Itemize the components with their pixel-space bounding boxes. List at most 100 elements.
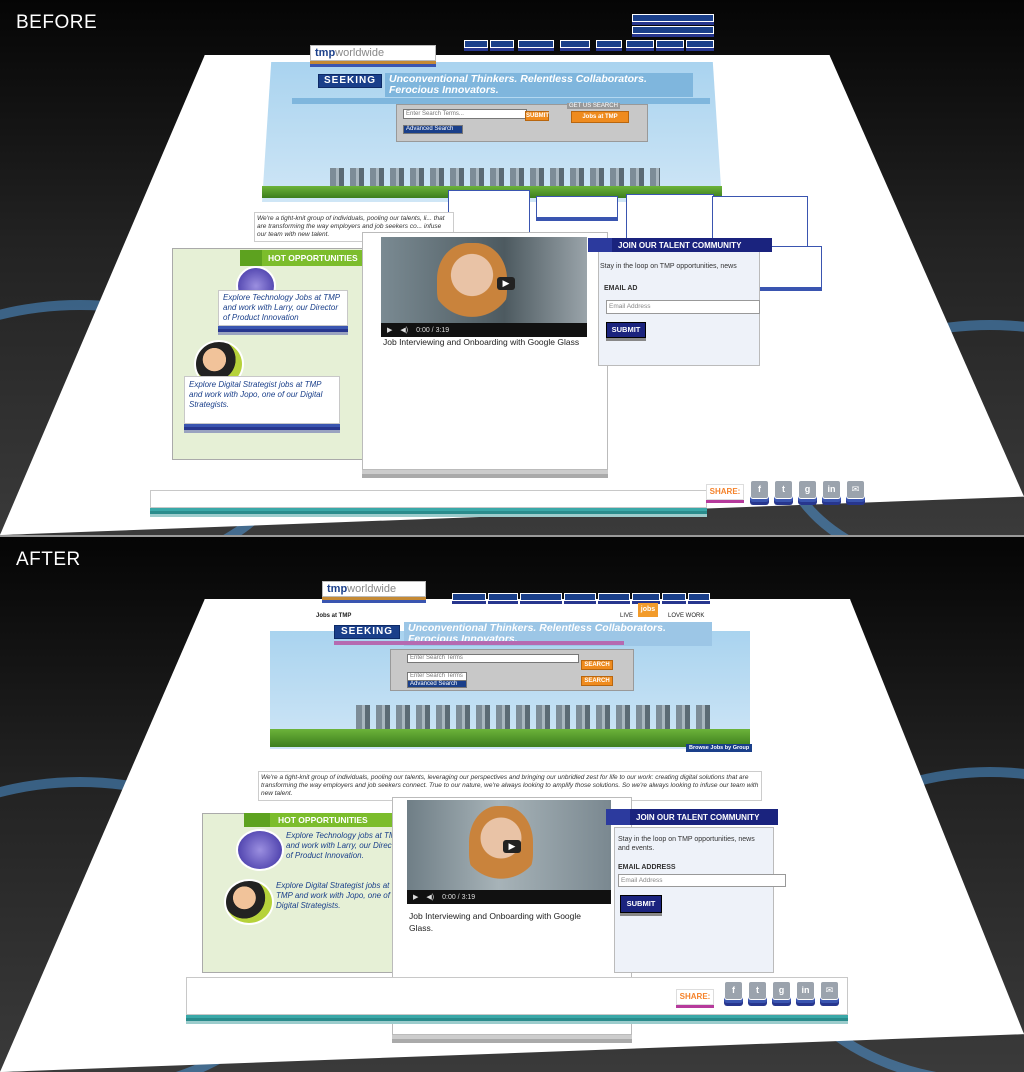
volume-icon[interactable]: ◀) bbox=[400, 326, 408, 334]
google-plus-icon[interactable]: g bbox=[772, 981, 791, 1000]
play-icon[interactable]: ▶ bbox=[497, 277, 515, 290]
play-control-icon[interactable]: ▶ bbox=[387, 326, 392, 334]
video-thumbnail-person bbox=[469, 806, 533, 886]
hot-item-2[interactable]: Explore Digital Strategist jobs at TMP a… bbox=[276, 881, 404, 911]
nav-button-5[interactable] bbox=[598, 593, 630, 601]
header-grass bbox=[270, 729, 750, 747]
talent-submit-button[interactable]: SUBMIT bbox=[620, 895, 662, 913]
hot-item-2[interactable]: Explore Digital Strategist jobs at TMP a… bbox=[184, 376, 340, 424]
dropdown-menu-1[interactable] bbox=[448, 190, 530, 236]
logo-brand: tmp bbox=[315, 47, 336, 59]
top-utility-bar[interactable] bbox=[632, 14, 714, 22]
play-control-icon[interactable]: ▶ bbox=[413, 893, 418, 901]
video-caption: Job Interviewing and Onboarding with Goo… bbox=[409, 911, 581, 933]
video-controls[interactable]: ▶ ◀) 0:00 / 3:19 bbox=[381, 323, 587, 337]
video-player[interactable]: ▶ ▶ ◀) 0:00 / 3:19 bbox=[407, 800, 611, 904]
advanced-search-link[interactable]: Advanced Search bbox=[403, 125, 463, 134]
dropdown-menu-2[interactable] bbox=[536, 196, 618, 218]
nav-button-8[interactable] bbox=[688, 593, 710, 601]
seeking-badge: SEEKING bbox=[318, 74, 382, 88]
logo-suffix: worldwide bbox=[335, 47, 385, 59]
tagline-stack-layer bbox=[334, 641, 624, 645]
search-submit-button[interactable]: SUBMIT bbox=[525, 111, 549, 121]
talent-community-title: JOIN OUR TALENT COMMUNITY bbox=[618, 240, 742, 250]
love-work-label: LOVE WORK bbox=[668, 613, 705, 619]
nav-button-2[interactable] bbox=[488, 593, 518, 601]
search-button-secondary[interactable]: SEARCH bbox=[581, 676, 613, 686]
talent-text: Stay in the loop on TMP opportunities, n… bbox=[618, 836, 755, 852]
nav-button-3[interactable] bbox=[518, 40, 554, 48]
linkedin-icon[interactable]: in bbox=[822, 480, 841, 499]
search-panel: Enter Search Terms... SUBMIT Advanced Se… bbox=[396, 103, 648, 142]
before-label: BEFORE bbox=[16, 12, 98, 33]
hot-item-1-text: Explore Technology Jobs at TMP and work … bbox=[223, 293, 340, 322]
hot-item-2-text: Explore Digital Strategist jobs at TMP a… bbox=[189, 380, 323, 409]
nav-button-1[interactable] bbox=[464, 40, 488, 48]
search-input[interactable]: Enter Search Terms... bbox=[403, 109, 527, 119]
get-us-search-label: GET US SEARCH bbox=[567, 103, 620, 109]
nav-button-1[interactable] bbox=[452, 593, 486, 601]
play-icon[interactable]: ▶ bbox=[503, 840, 521, 853]
facebook-icon[interactable]: f bbox=[724, 981, 743, 1000]
header-skyline bbox=[330, 168, 660, 188]
nav-button-6[interactable] bbox=[632, 593, 660, 601]
nav-button-8[interactable] bbox=[686, 40, 714, 48]
email-label: EMAIL ADDRESS bbox=[618, 864, 676, 871]
video-caption: Job Interviewing and Onboarding with Goo… bbox=[383, 337, 580, 347]
hot-opportunities-header: HOT OPPORTUNITIES bbox=[244, 813, 404, 827]
hot-item-1[interactable]: Explore Technology jobs at TMP and work … bbox=[286, 831, 404, 861]
nav-button-6[interactable] bbox=[626, 40, 654, 48]
nav-button-4[interactable] bbox=[560, 40, 590, 48]
hot-opportunities-title: HOT OPPORTUNITIES bbox=[268, 253, 358, 263]
search-button[interactable]: SEARCH bbox=[581, 660, 613, 670]
people-icon bbox=[244, 813, 270, 827]
email-field[interactable]: Email Address bbox=[618, 874, 786, 887]
header-skyline bbox=[356, 705, 716, 731]
email-label: EMAIL AD bbox=[604, 285, 638, 292]
volume-icon[interactable]: ◀) bbox=[426, 893, 434, 901]
email-icon[interactable]: ✉ bbox=[820, 981, 839, 1000]
jobs-at-tmp-button[interactable]: Jobs at TMP bbox=[571, 111, 629, 123]
talent-submit-button[interactable]: SUBMIT bbox=[606, 322, 646, 338]
talent-community-title: JOIN OUR TALENT COMMUNITY bbox=[636, 812, 760, 822]
video-player[interactable]: ▶ ▶ ◀) 0:00 / 3:19 bbox=[381, 237, 587, 337]
twitter-icon[interactable]: t bbox=[748, 981, 767, 1000]
video-card: ▶ ▶ ◀) 0:00 / 3:19 Job Interviewing and … bbox=[362, 232, 608, 470]
after-panel: AFTER Browse Jobs by Group tmpworldwide … bbox=[0, 537, 1024, 1072]
twitter-icon[interactable]: t bbox=[774, 480, 793, 499]
tagline: Unconventional Thinkers. Relentless Coll… bbox=[385, 73, 693, 97]
browse-jobs-by-group-button[interactable]: Browse Jobs by Group bbox=[686, 744, 753, 752]
tmp-logo[interactable]: tmpworldwide bbox=[322, 581, 426, 597]
facebook-icon[interactable]: f bbox=[750, 480, 769, 499]
tmp-logo[interactable]: tmpworldwide bbox=[310, 45, 436, 61]
logo-brand: tmp bbox=[327, 583, 348, 595]
jopo-avatar bbox=[224, 879, 274, 925]
talent-community-header: JOIN OUR TALENT COMMUNITY bbox=[606, 809, 778, 825]
search-panel: Enter Search Terms SEARCH Enter Search T… bbox=[390, 649, 634, 691]
nav-button-4[interactable] bbox=[564, 593, 596, 601]
live-label: LIVE bbox=[620, 613, 634, 619]
google-plus-icon[interactable]: g bbox=[798, 480, 817, 499]
advanced-search-link[interactable]: Advanced Search bbox=[407, 680, 467, 688]
email-field[interactable]: Email Address bbox=[606, 300, 760, 314]
nav-button-7[interactable] bbox=[656, 40, 684, 48]
search-input[interactable]: Enter Search Terms bbox=[407, 654, 579, 663]
footer-strip bbox=[150, 490, 707, 508]
nav-button-2[interactable] bbox=[490, 40, 514, 48]
hot-item-1[interactable]: Explore Technology Jobs at TMP and work … bbox=[218, 290, 348, 326]
seeking-badge: SEEKING bbox=[334, 625, 400, 639]
top-utility-bar-2[interactable] bbox=[632, 26, 714, 34]
email-icon[interactable]: ✉ bbox=[846, 480, 865, 499]
video-controls[interactable]: ▶ ◀) 0:00 / 3:19 bbox=[407, 890, 611, 904]
linkedin-icon[interactable]: in bbox=[796, 981, 815, 1000]
larry-avatar bbox=[236, 829, 284, 871]
video-time: 0:00 / 3:19 bbox=[442, 893, 476, 901]
share-label: SHARE: bbox=[706, 484, 744, 500]
people-icon bbox=[588, 238, 612, 252]
people-icon bbox=[606, 809, 630, 825]
nav-button-5[interactable] bbox=[596, 40, 622, 48]
nav-button-3[interactable] bbox=[520, 593, 562, 601]
share-label: SHARE: bbox=[676, 989, 714, 1005]
talent-text: Stay in the loop on TMP opportunities, n… bbox=[600, 263, 737, 270]
nav-button-7[interactable] bbox=[662, 593, 686, 601]
